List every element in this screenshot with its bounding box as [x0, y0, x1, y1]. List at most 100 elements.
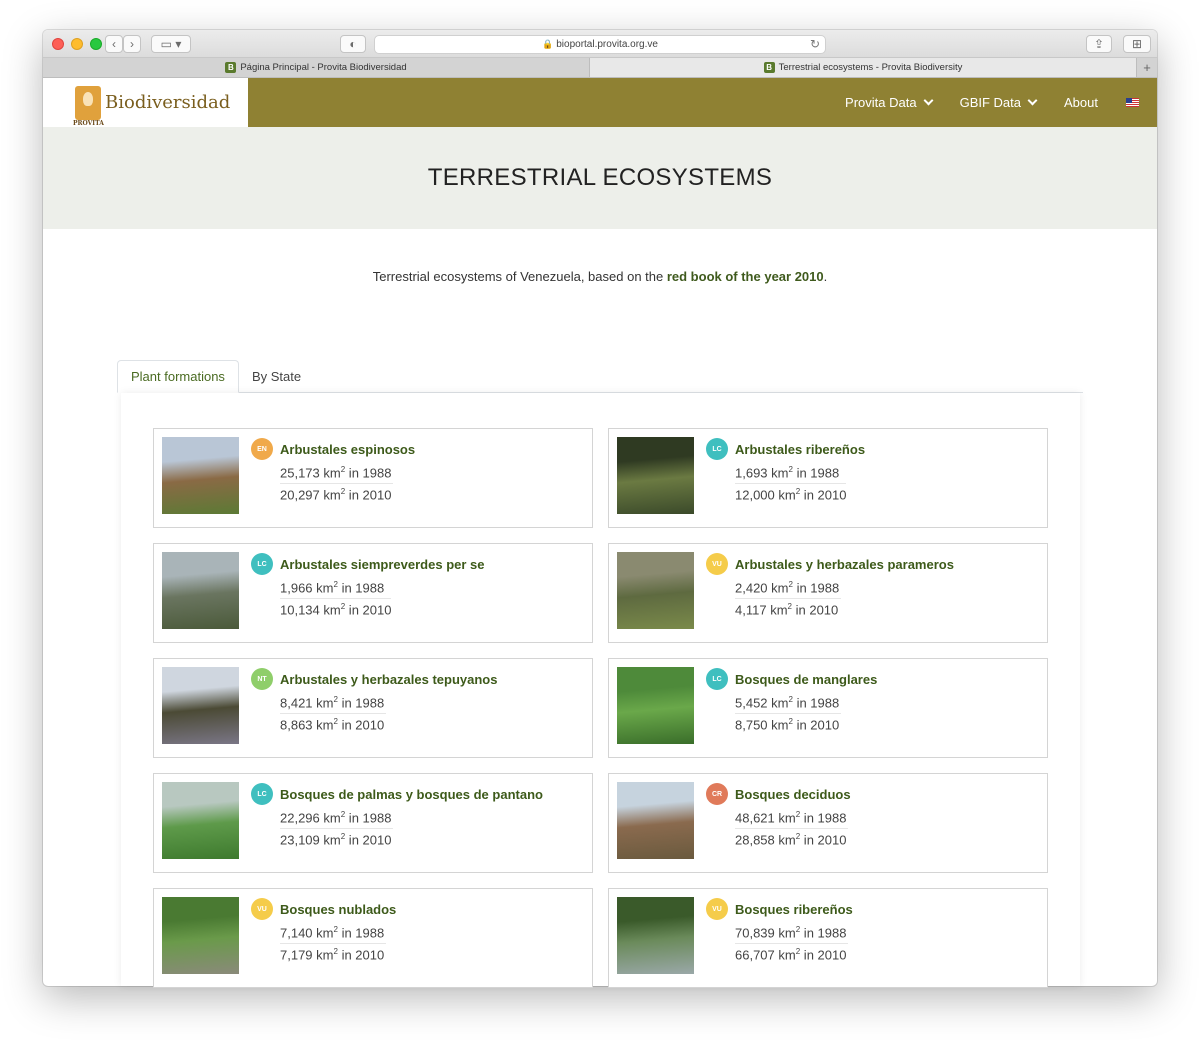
ecosystem-card[interactable]: LC Bosques de palmas y bosques de pantan…	[153, 773, 593, 873]
back-button[interactable]: ‹	[105, 35, 123, 53]
plus-icon: +	[1143, 60, 1151, 75]
close-window-button[interactable]	[52, 38, 64, 50]
ecosystem-name-link[interactable]: Arbustales y herbazales parameros	[735, 557, 954, 572]
area-2010: 23,109 km2 in 2010	[280, 832, 392, 848]
ecosystem-header: VU Bosques nublados	[251, 898, 584, 920]
browser-tab-label: Página Principal - Provita Biodiversidad	[240, 62, 407, 73]
ecosystem-name-link[interactable]: Arbustales siempreverdes per se	[280, 557, 485, 572]
ecosystem-photo	[617, 667, 694, 744]
ecosystem-card[interactable]: LC Arbustales ribereños 1,693 km2 in 198…	[608, 428, 1048, 528]
status-badge: VU	[706, 898, 728, 920]
status-badge: LC	[706, 438, 728, 460]
area-1988: 1,693 km2 in 1988	[735, 462, 847, 485]
ecosystem-info: CR Bosques deciduos 48,621 km2 in 1988 2…	[706, 782, 1039, 864]
minimize-window-button[interactable]	[71, 38, 83, 50]
ecosystem-name-link[interactable]: Bosques nublados	[280, 902, 396, 917]
chevron-down-icon	[1027, 95, 1038, 106]
area-2010: 4,117 km2 in 2010	[735, 602, 839, 618]
ecosystem-card[interactable]: LC Bosques de manglares 5,452 km2 in 198…	[608, 658, 1048, 758]
status-badge: CR	[706, 783, 728, 805]
nav-provita-data[interactable]: Provita Data	[845, 95, 934, 110]
nav-gbif-data[interactable]: GBIF Data	[960, 95, 1038, 110]
site-header: PROVITA Biodiversidad Provita Data GBIF …	[43, 78, 1157, 127]
area-1988: 25,173 km2 in 1988	[280, 462, 394, 485]
brand-name: Biodiversidad	[105, 92, 231, 113]
ecosystem-header: VU Arbustales y herbazales parameros	[706, 553, 1039, 575]
ecosystem-name-link[interactable]: Arbustales ribereños	[735, 442, 865, 457]
area-1988: 5,452 km2 in 1988	[735, 692, 842, 715]
browser-tab-home[interactable]: B Página Principal - Provita Biodiversid…	[43, 58, 590, 77]
browser-tab-ecosystems[interactable]: B Terrestrial ecosystems - Provita Biodi…	[590, 58, 1137, 77]
ecosystem-card[interactable]: LC Arbustales siempreverdes per se 1,966…	[153, 543, 593, 643]
ecosystem-photo	[162, 667, 239, 744]
ecosystem-stats: 8,421 km2 in 1988 8,863 km2 in 2010	[280, 692, 387, 736]
ecosystem-info: VU Bosques ribereños 70,839 km2 in 1988 …	[706, 897, 1039, 979]
lock-icon: 🔒	[542, 39, 554, 49]
ecosystem-name-link[interactable]: Bosques de palmas y bosques de pantano	[280, 787, 543, 802]
area-2010: 10,134 km2 in 2010	[280, 602, 392, 618]
tab-plant-formations[interactable]: Plant formations	[117, 360, 239, 393]
us-flag-icon[interactable]	[1126, 98, 1139, 107]
tab-by-state[interactable]: By State	[239, 360, 314, 392]
ecosystem-photo	[617, 552, 694, 629]
shield-icon: ◐	[349, 37, 357, 51]
ecosystem-card[interactable]: EN Arbustales espinosos 25,173 km2 in 19…	[153, 428, 593, 528]
ecosystem-name-link[interactable]: Bosques ribereños	[735, 902, 853, 917]
content-tabs: Plant formations By State	[117, 360, 1083, 393]
status-badge: NT	[251, 668, 273, 690]
ecosystem-info: LC Bosques de palmas y bosques de pantan…	[251, 782, 584, 864]
red-book-link[interactable]: red book of the year 2010	[667, 269, 824, 284]
share-button[interactable]: ⇪	[1086, 35, 1112, 53]
ecosystem-photo	[617, 897, 694, 974]
new-tab-button[interactable]: +	[1137, 58, 1157, 77]
ecosystem-name-link[interactable]: Bosques deciduos	[735, 787, 851, 802]
area-2010: 8,863 km2 in 2010	[280, 717, 385, 733]
ecosystem-stats: 7,140 km2 in 1988 7,179 km2 in 2010	[280, 922, 387, 966]
provita-logo: PROVITA	[73, 85, 104, 127]
ecosystem-header: CR Bosques deciduos	[706, 783, 1039, 805]
area-1988: 7,140 km2 in 1988	[280, 922, 387, 945]
ecosystem-info: LC Bosques de manglares 5,452 km2 in 198…	[706, 667, 1039, 749]
area-1988: 48,621 km2 in 1988	[735, 807, 849, 830]
status-badge: VU	[251, 898, 273, 920]
zoom-window-button[interactable]	[90, 38, 102, 50]
area-2010: 66,707 km2 in 2010	[735, 947, 847, 963]
page-title: TERRESTRIAL ECOSYSTEMS	[427, 164, 773, 191]
status-badge: LC	[251, 553, 273, 575]
ecosystem-card[interactable]: NT Arbustales y herbazales tepuyanos 8,4…	[153, 658, 593, 758]
ecosystem-header: LC Arbustales siempreverdes per se	[251, 553, 584, 575]
area-2010: 7,179 km2 in 2010	[280, 947, 385, 963]
ecosystem-name-link[interactable]: Arbustales y herbazales tepuyanos	[280, 672, 497, 687]
area-1988: 1,966 km2 in 1988	[280, 577, 392, 600]
ecosystem-card[interactable]: VU Bosques nublados 7,140 km2 in 1988 7,…	[153, 888, 593, 988]
ecosystem-card[interactable]: VU Bosques ribereños 70,839 km2 in 1988 …	[608, 888, 1048, 988]
ecosystem-card[interactable]: CR Bosques deciduos 48,621 km2 in 1988 2…	[608, 773, 1048, 873]
favicon-icon: B	[225, 62, 237, 73]
ecosystem-name-link[interactable]: Arbustales espinosos	[280, 442, 415, 457]
ecosystem-header: LC Arbustales ribereños	[706, 438, 1039, 460]
ecosystem-name-link[interactable]: Bosques de manglares	[735, 672, 877, 687]
address-bar[interactable]: 🔒 bioportal.provita.org.ve ↻	[374, 35, 826, 54]
ecosystem-info: NT Arbustales y herbazales tepuyanos 8,4…	[251, 667, 584, 749]
nav-about[interactable]: About	[1064, 95, 1098, 110]
ecosystem-photo	[162, 552, 239, 629]
url-text: bioportal.provita.org.ve	[556, 39, 658, 50]
favicon-icon: B	[763, 62, 775, 73]
ecosystem-card[interactable]: VU Arbustales y herbazales parameros 2,4…	[608, 543, 1048, 643]
ecosystem-stats: 22,296 km2 in 1988 23,109 km2 in 2010	[280, 807, 394, 851]
sidebar-icon: ▭ ▾	[160, 37, 182, 51]
area-2010: 28,858 km2 in 2010	[735, 832, 847, 848]
area-1988: 2,420 km2 in 1988	[735, 577, 842, 600]
browser-tab-bar: B Página Principal - Provita Biodiversid…	[43, 58, 1157, 78]
brand-logo-link[interactable]: PROVITA Biodiversidad	[43, 78, 248, 127]
privacy-report-button[interactable]: ◐	[340, 35, 366, 53]
sidebar-toggle-button[interactable]: ▭ ▾	[151, 35, 191, 53]
tab-overview-button[interactable]: ⊞	[1123, 35, 1151, 53]
intro-before: Terrestrial ecosystems of Venezuela, bas…	[372, 269, 667, 284]
forward-button[interactable]: ›	[123, 35, 141, 53]
reload-icon[interactable]: ↻	[810, 36, 820, 53]
ecosystem-grid: EN Arbustales espinosos 25,173 km2 in 19…	[153, 428, 1048, 988]
ecosystem-info: EN Arbustales espinosos 25,173 km2 in 19…	[251, 437, 584, 519]
logo-subtext: PROVITA	[73, 119, 104, 127]
nav-label: Provita Data	[845, 95, 917, 110]
